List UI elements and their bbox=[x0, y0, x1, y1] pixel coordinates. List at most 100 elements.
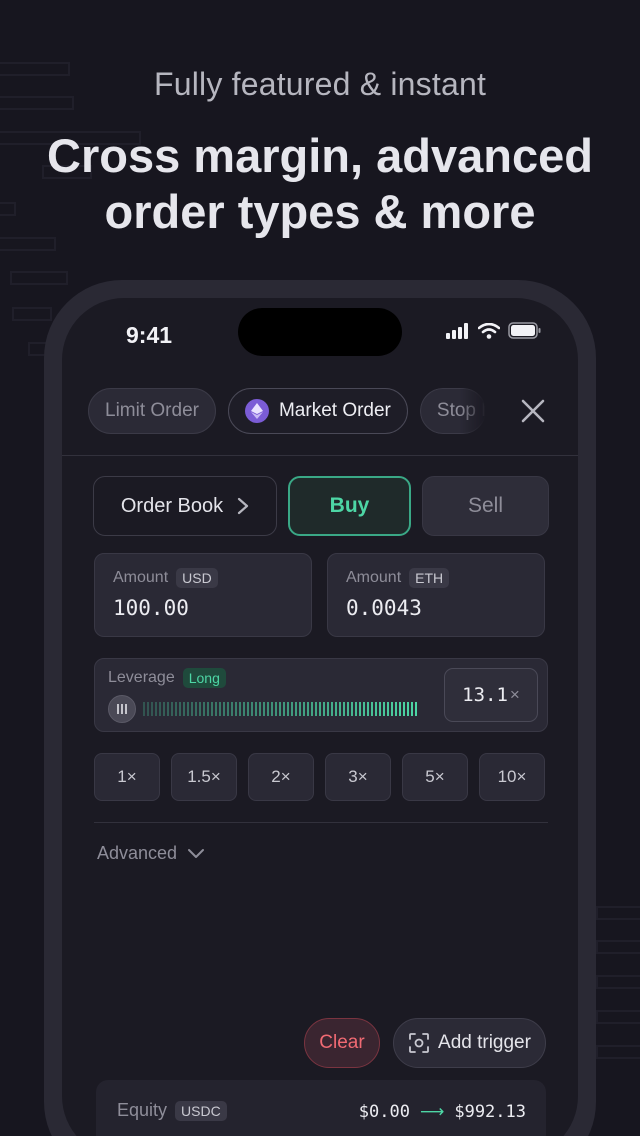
preset-2x[interactable]: 2× bbox=[248, 753, 314, 801]
tab-market-order[interactable]: Market Order bbox=[227, 388, 408, 434]
chevron-down-icon bbox=[188, 848, 205, 858]
section-divider bbox=[94, 822, 548, 823]
slider-tick bbox=[231, 702, 233, 716]
slider-tick bbox=[347, 702, 349, 716]
advanced-toggle[interactable]: Advanced bbox=[97, 843, 205, 864]
slider-tick bbox=[379, 702, 381, 716]
battery-icon bbox=[508, 322, 541, 339]
slider-tick bbox=[415, 702, 417, 716]
buy-button[interactable]: Buy bbox=[288, 476, 411, 536]
slider-tick bbox=[343, 702, 345, 716]
slider-tick bbox=[367, 702, 369, 716]
slider-tick bbox=[199, 702, 201, 716]
tab-stop-loss[interactable]: Stop L bbox=[419, 388, 486, 434]
slider-tick bbox=[363, 702, 365, 716]
amount-inputs: Amount USD 100.00 Amount ETH 0.0043 bbox=[94, 553, 545, 637]
headline-line-2: order types & more bbox=[104, 185, 536, 238]
slider-tick bbox=[259, 702, 261, 716]
dynamic-island bbox=[238, 308, 402, 356]
slider-tick bbox=[403, 702, 405, 716]
slider-tick bbox=[263, 702, 265, 716]
equity-to-value: $992.13 bbox=[454, 1102, 526, 1122]
slider-tick bbox=[391, 702, 393, 716]
leverage-slider-track[interactable] bbox=[143, 702, 417, 716]
slider-tick bbox=[287, 702, 289, 716]
slider-tick bbox=[143, 702, 145, 716]
slider-tick bbox=[323, 702, 325, 716]
slider-tick bbox=[247, 702, 249, 716]
slider-tick bbox=[235, 702, 237, 716]
equity-from-value: $0.00 bbox=[358, 1102, 410, 1122]
slider-tick bbox=[151, 702, 153, 716]
slider-tick bbox=[251, 702, 253, 716]
slider-tick bbox=[203, 702, 205, 716]
slider-tick bbox=[147, 702, 149, 716]
slider-tick bbox=[279, 702, 281, 716]
slider-tick bbox=[299, 702, 301, 716]
direction-badge: Long bbox=[182, 668, 226, 688]
slider-tick bbox=[335, 702, 337, 716]
order-type-tabs: Limit Order Market Order Stop L bbox=[88, 388, 486, 434]
leverage-input[interactable]: 13.1 × bbox=[444, 668, 538, 722]
sell-button[interactable]: Sell bbox=[422, 476, 549, 536]
tab-label: Market Order bbox=[278, 400, 391, 421]
slider-tick bbox=[291, 702, 293, 716]
preset-1-5x[interactable]: 1.5× bbox=[171, 753, 237, 801]
slider-tick bbox=[331, 702, 333, 716]
status-icons bbox=[446, 322, 542, 339]
slider-tick bbox=[283, 702, 285, 716]
currency-chip: ETH bbox=[409, 568, 450, 588]
slider-tick bbox=[327, 702, 329, 716]
slider-tick bbox=[159, 702, 161, 716]
leverage-label: Leverage bbox=[108, 669, 175, 686]
scan-target-icon bbox=[409, 1033, 429, 1053]
slider-tick bbox=[155, 702, 157, 716]
slider-tick bbox=[315, 702, 317, 716]
slider-tick bbox=[243, 702, 245, 716]
preset-3x[interactable]: 3× bbox=[325, 753, 391, 801]
slider-tick bbox=[275, 702, 277, 716]
slider-tick bbox=[183, 702, 185, 716]
leverage-slider-handle[interactable] bbox=[108, 695, 136, 723]
amount-usd-field[interactable]: Amount USD 100.00 bbox=[94, 553, 312, 637]
slider-tick bbox=[319, 702, 321, 716]
tab-limit-order[interactable]: Limit Order bbox=[88, 388, 216, 434]
slider-tick bbox=[383, 702, 385, 716]
currency-chip: USD bbox=[176, 568, 218, 588]
order-actions-row: Order Book Buy Sell bbox=[93, 476, 549, 536]
amount-label: Amount bbox=[113, 569, 169, 586]
amount-eth-field[interactable]: Amount ETH 0.0043 bbox=[327, 553, 545, 637]
slider-tick bbox=[295, 702, 297, 716]
slider-tick bbox=[303, 702, 305, 716]
slider-tick bbox=[307, 702, 309, 716]
slider-tick bbox=[163, 702, 165, 716]
promo-tagline: Fully featured & instant bbox=[153, 66, 487, 102]
ethereum-icon bbox=[244, 399, 269, 423]
slider-tick bbox=[255, 702, 257, 716]
preset-5x[interactable]: 5× bbox=[402, 753, 468, 801]
amount-usd-value: 100.00 bbox=[113, 596, 189, 620]
clear-button[interactable]: Clear bbox=[304, 1018, 380, 1068]
equity-summary: Equity USDC $0.00 ⟶ $992.13 bbox=[96, 1080, 546, 1136]
order-book-label: Order Book bbox=[120, 494, 224, 517]
header-divider bbox=[62, 455, 578, 456]
slider-tick bbox=[167, 702, 169, 716]
advanced-label: Advanced bbox=[97, 843, 178, 863]
order-book-button[interactable]: Order Book bbox=[93, 476, 277, 536]
amount-label: Amount bbox=[346, 569, 402, 586]
slider-tick bbox=[359, 702, 361, 716]
slider-tick bbox=[351, 702, 353, 716]
slider-tick bbox=[267, 702, 269, 716]
close-icon[interactable] bbox=[518, 396, 548, 426]
slider-tick bbox=[375, 702, 377, 716]
chevron-right-icon bbox=[238, 497, 249, 515]
arrow-right-icon: ⟶ bbox=[419, 1102, 445, 1122]
tab-label: Stop L bbox=[436, 400, 485, 421]
add-trigger-button[interactable]: Add trigger bbox=[393, 1018, 546, 1068]
slider-tick bbox=[311, 702, 313, 716]
preset-1x[interactable]: 1× bbox=[94, 753, 160, 801]
slider-tick bbox=[339, 702, 341, 716]
leverage-value: 13.1 bbox=[462, 684, 508, 706]
slider-tick bbox=[171, 702, 173, 716]
preset-10x[interactable]: 10× bbox=[479, 753, 545, 801]
